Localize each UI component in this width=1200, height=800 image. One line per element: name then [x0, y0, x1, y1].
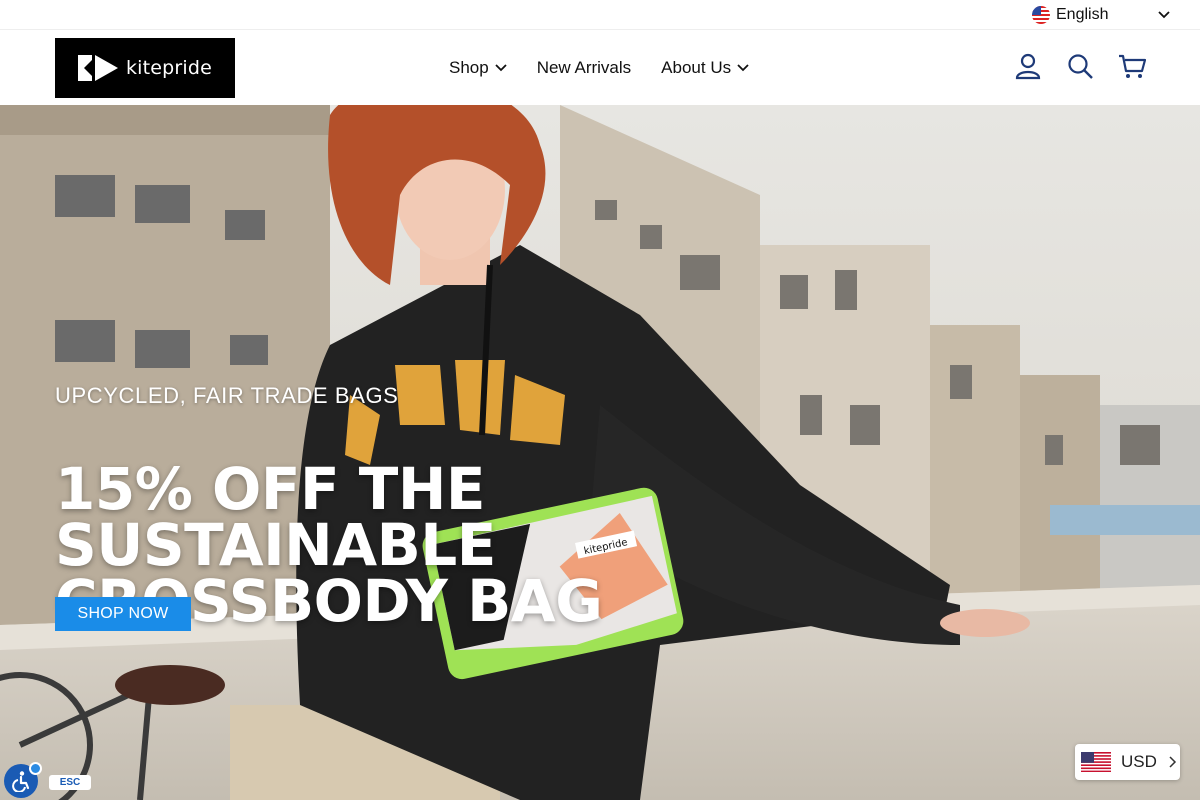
check-badge-icon [29, 762, 42, 775]
language-label: English [1056, 6, 1109, 23]
currency-selector[interactable]: USD [1075, 744, 1180, 780]
nav-item-label: New Arrivals [536, 57, 632, 77]
main-nav: Shop New Arrivals About Us [449, 30, 749, 105]
language-selector[interactable]: English [1032, 4, 1171, 26]
header-icons [1014, 52, 1146, 80]
hero-subtitle: UPCYCLED, FAIR TRADE BAGS [55, 383, 399, 408]
hero-banner: kitepride UPCYCLED, FAIR TRADE BAGS 15% … [0, 105, 1200, 800]
wheelchair-icon [12, 771, 30, 792]
chevron-down-icon [495, 63, 507, 71]
logo-text: kitepride [125, 57, 213, 79]
logo[interactable]: kitepride [55, 38, 235, 98]
chevron-down-icon [737, 63, 749, 71]
us-flag-icon [1081, 752, 1111, 772]
cart-icon[interactable] [1118, 52, 1146, 80]
shop-now-button[interactable]: SHOP NOW [55, 597, 191, 631]
nav-item-new-arrivals[interactable]: New Arrivals [537, 58, 631, 78]
kitepride-logo-icon [77, 55, 118, 81]
nav-item-about-us[interactable]: About Us [661, 58, 749, 78]
chevron-down-icon [1158, 6, 1171, 24]
hero-image: kitepride [0, 105, 1200, 800]
currency-code: USD [1121, 752, 1157, 771]
top-bar: English [0, 0, 1200, 30]
chevron-right-icon [1169, 756, 1176, 768]
nav-item-shop[interactable]: Shop [449, 58, 507, 78]
search-icon[interactable] [1066, 52, 1094, 80]
accessibility-icon[interactable] [4, 762, 42, 798]
nav-item-label: About Us [661, 57, 732, 77]
account-icon[interactable] [1014, 52, 1042, 80]
us-flag-icon [1032, 6, 1050, 24]
esc-button[interactable]: ESC [49, 775, 91, 790]
nav-item-label: Shop [449, 57, 489, 77]
site-header: kitepride Shop New Arrivals About Us [0, 30, 1200, 105]
